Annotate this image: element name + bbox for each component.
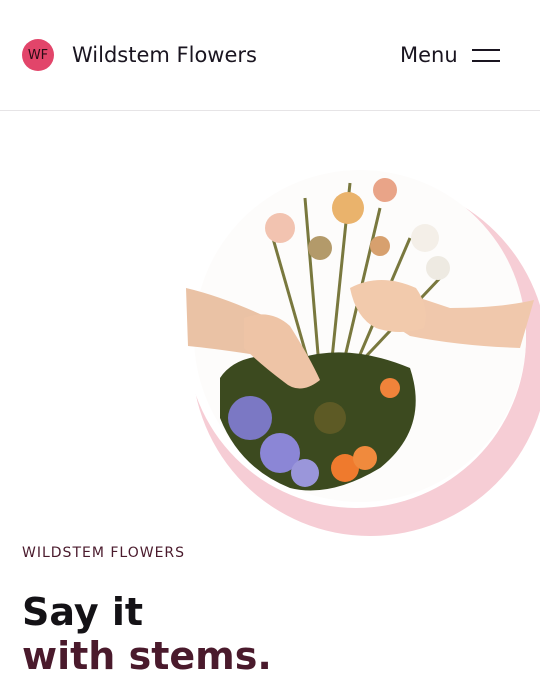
logo-initials: WF [27, 47, 49, 63]
brand-name[interactable]: Wildstem Flowers [72, 40, 257, 70]
headline-line-1: Say it [22, 590, 144, 634]
hamburger-menu-icon [472, 48, 502, 62]
menu-label: Menu [400, 43, 458, 67]
logo-badge[interactable]: WF [22, 39, 54, 71]
site-header: WF Wildstem Flowers Menu [0, 0, 540, 111]
hero-eyebrow: WILDSTEM FLOWERS [22, 545, 186, 561]
headline-line-2: with stems. [22, 634, 272, 678]
menu-button[interactable]: Menu [398, 38, 508, 72]
hero-image [180, 168, 540, 540]
hero-headline: Say it with stems. [22, 590, 272, 678]
